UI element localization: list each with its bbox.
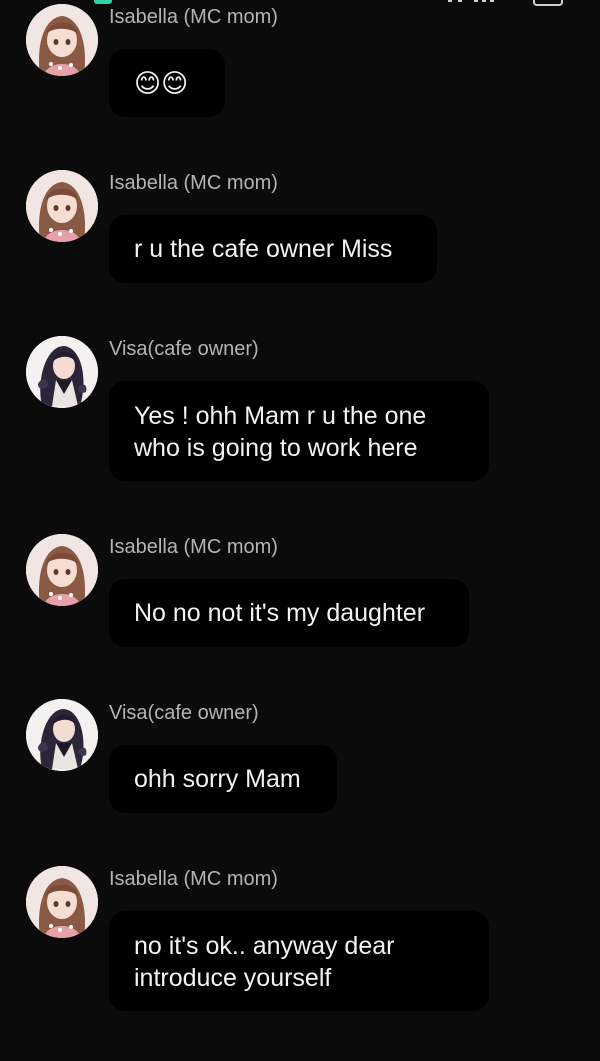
isabella-avatar-icon — [26, 170, 98, 242]
isabella-avatar-icon — [26, 4, 98, 76]
signal-icon — [448, 0, 498, 2]
sender-name: Visa(cafe owner) — [109, 338, 259, 360]
notification-icon — [94, 0, 112, 4]
isabella-avatar-icon — [26, 534, 98, 606]
avatar[interactable] — [26, 866, 98, 938]
avatar[interactable] — [26, 170, 98, 242]
battery-icon — [533, 0, 563, 6]
message-bubble[interactable]: ohh sorry Mam — [109, 745, 337, 813]
message-text: r u the cafe owner Miss — [134, 235, 393, 263]
sender-name: Isabella (MC mom) — [109, 6, 278, 28]
avatar[interactable] — [26, 699, 98, 771]
message-text: No no not it's my daughter — [134, 599, 426, 627]
sender-name: Isabella (MC mom) — [109, 172, 278, 194]
visa-avatar-icon — [26, 336, 98, 408]
message-bubble[interactable]: 😊😊 — [109, 49, 225, 117]
sender-name: Isabella (MC mom) — [109, 536, 278, 558]
isabella-avatar-icon — [26, 866, 98, 938]
avatar[interactable] — [26, 336, 98, 408]
status-bar — [0, 0, 600, 6]
avatar[interactable] — [26, 534, 98, 606]
message-bubble[interactable]: Yes ! ohh Mam r u the one who is going t… — [109, 381, 489, 481]
visa-avatar-icon — [26, 699, 98, 771]
avatar[interactable] — [26, 4, 98, 76]
sender-name: Visa(cafe owner) — [109, 702, 259, 724]
message-text: no it's ok.. anyway dear introduce yours… — [134, 932, 395, 992]
message-text: Yes ! ohh Mam r u the one who is going t… — [134, 402, 427, 462]
message-bubble[interactable]: no it's ok.. anyway dear introduce yours… — [109, 911, 489, 1011]
message-bubble[interactable]: r u the cafe owner Miss — [109, 215, 437, 283]
message-bubble[interactable]: No no not it's my daughter — [109, 579, 469, 647]
sender-name: Isabella (MC mom) — [109, 868, 278, 890]
message-text: ohh sorry Mam — [134, 765, 301, 793]
message-text: 😊😊 — [134, 68, 189, 98]
